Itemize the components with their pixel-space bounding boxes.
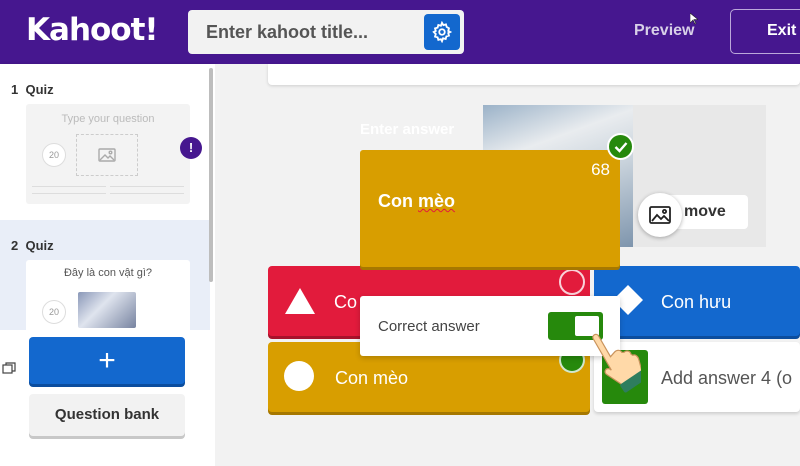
preview-button[interactable]: Preview [634, 22, 694, 40]
thumbnail-timer: 20 [42, 143, 66, 167]
kahoot-logo[interactable]: Kahoot! [26, 12, 159, 48]
slide-type: Quiz [25, 238, 54, 253]
correct-answer-label: Correct answer [378, 318, 480, 335]
image-icon [98, 148, 116, 162]
top-bar: Kahoot! Preview Exit [0, 0, 800, 64]
thumbnail-answers [32, 186, 184, 194]
image-icon [649, 206, 671, 224]
slide-type: Quiz [25, 82, 54, 97]
character-count: 68 [591, 160, 610, 179]
question-title-card[interactable] [268, 64, 800, 85]
thumbnail-timer: 20 [42, 300, 66, 324]
thumbnail-image-placeholder [76, 134, 138, 176]
question-bank-button[interactable]: Question bank [29, 394, 185, 436]
pointing-hand-icon [592, 333, 641, 393]
correct-checkbox[interactable] [559, 269, 585, 295]
slide-thumbnail: Type your question 20 [26, 104, 190, 204]
slide-heading: 1 Quiz [11, 82, 54, 97]
mouse-cursor-icon [690, 13, 698, 25]
correct-answer-panel: Correct answer [360, 296, 620, 356]
slide-item-1[interactable]: 1 Quiz Type your question 20 ! [0, 64, 210, 219]
thumbnail-question: Đây là con vật gì? [63, 267, 153, 279]
slide-heading: 2 Quiz [11, 238, 54, 253]
settings-button[interactable] [424, 14, 460, 50]
sidebar-scrollbar[interactable] [209, 68, 213, 282]
title-field [188, 10, 464, 54]
answer-edit-card[interactable]: 68 Con mèo [360, 150, 620, 267]
duplicate-icon[interactable] [2, 362, 16, 374]
enter-answer-heading: Enter answer [360, 121, 455, 138]
exit-button[interactable]: Exit [730, 9, 800, 54]
answer-label: Con mèo [335, 368, 409, 388]
slide-number: 2 [11, 238, 19, 253]
circle-icon [284, 361, 314, 391]
answer-label: Add answer 4 (o [661, 368, 793, 388]
gear-icon [432, 21, 453, 43]
answer-label: Con hưu [661, 292, 732, 312]
triangle-icon [285, 288, 315, 314]
slide-thumbnail: Đây là con vật gì? 20 [26, 260, 190, 340]
thumbnail-question: Type your question [61, 113, 155, 125]
answer-text-input[interactable]: Con mèo [378, 191, 455, 212]
slide-number: 1 [11, 82, 19, 97]
warning-icon[interactable]: ! [180, 137, 202, 159]
check-icon [607, 133, 634, 160]
slide-item-2[interactable]: 2 Quiz Đây là con vật gì? 20 [0, 220, 210, 340]
image-button[interactable] [638, 193, 682, 237]
add-question-button[interactable]: + [29, 337, 185, 384]
thumbnail-photo [78, 292, 136, 328]
slide-sidebar: 1 Quiz Type your question 20 ! 2 Quiz Đâ… [0, 64, 215, 466]
answer-label: Co [334, 292, 358, 312]
title-input[interactable] [188, 10, 424, 54]
